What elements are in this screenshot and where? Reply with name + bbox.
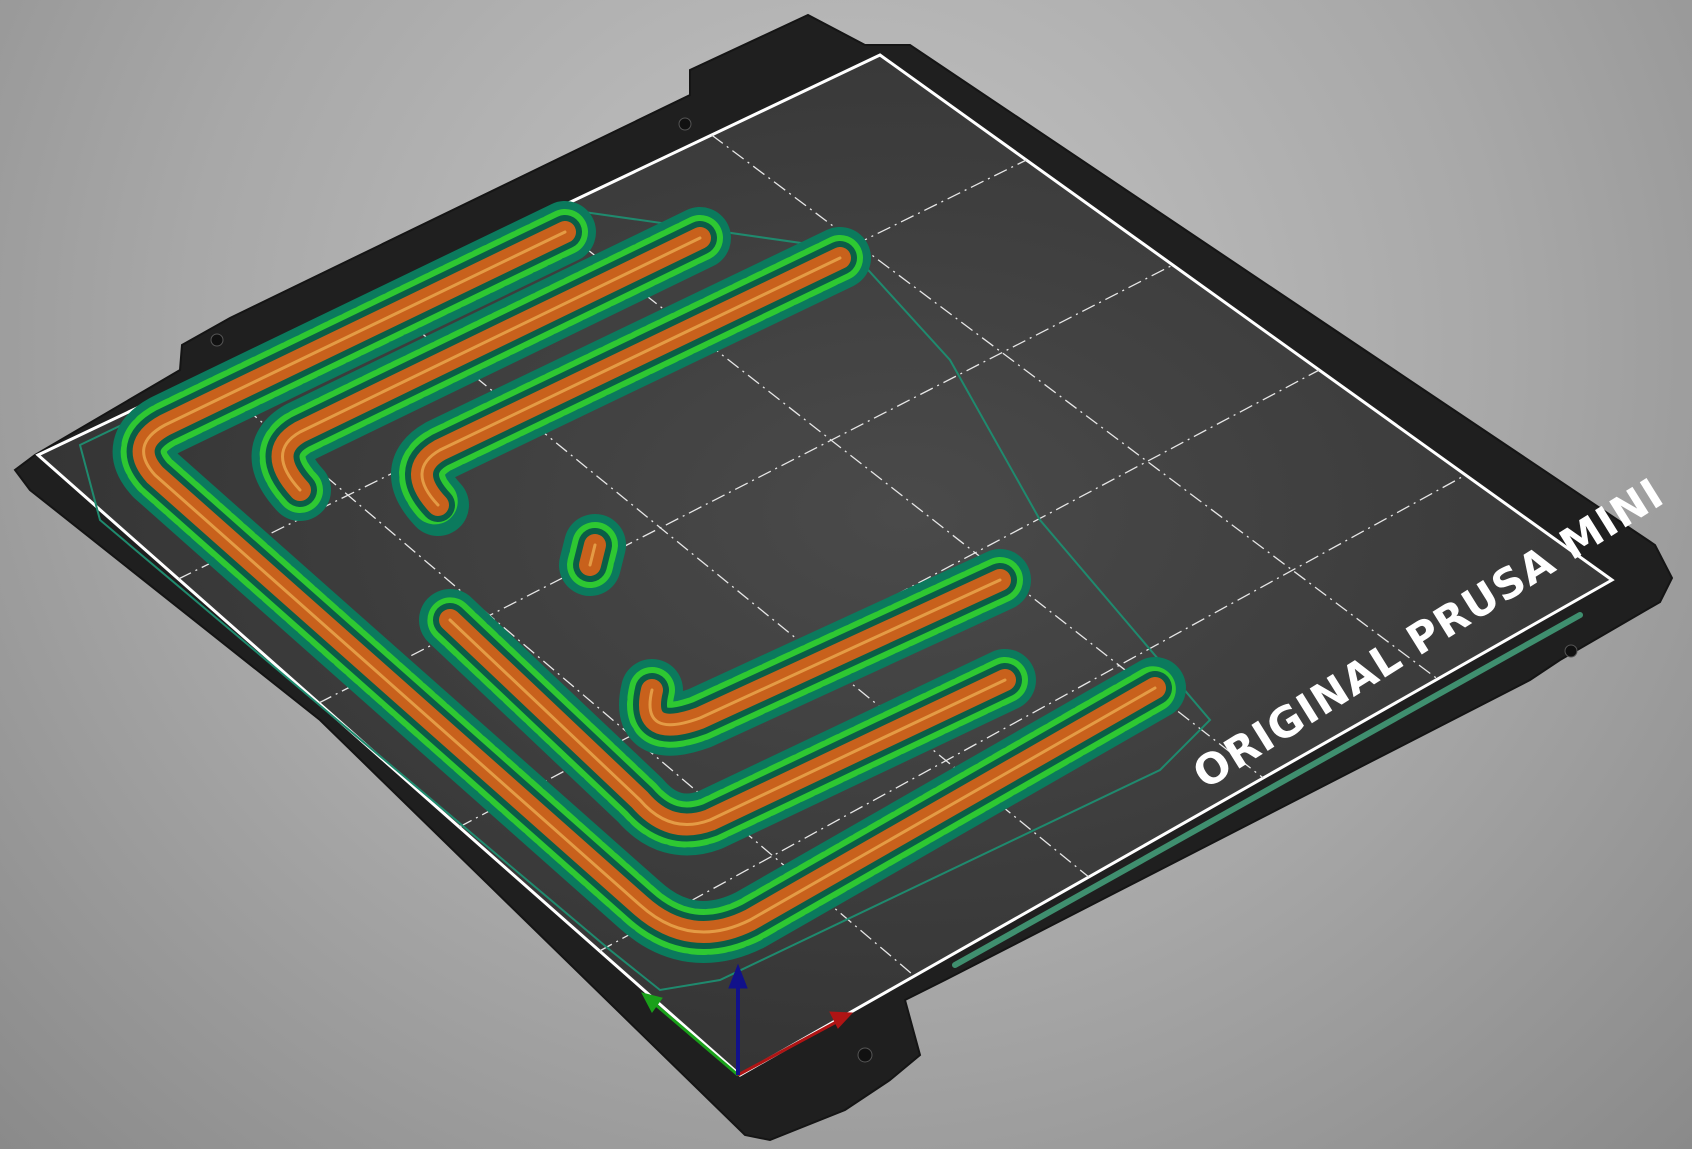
gcode-preview-scene[interactable]: ORIGINAL PRUSA MINI [0, 0, 1692, 1149]
3d-viewport[interactable]: ORIGINAL PRUSA MINI [0, 0, 1692, 1149]
mount-hole [678, 117, 692, 131]
mount-hole [210, 333, 224, 347]
mount-hole [857, 1047, 873, 1063]
mount-hole [1564, 644, 1578, 658]
